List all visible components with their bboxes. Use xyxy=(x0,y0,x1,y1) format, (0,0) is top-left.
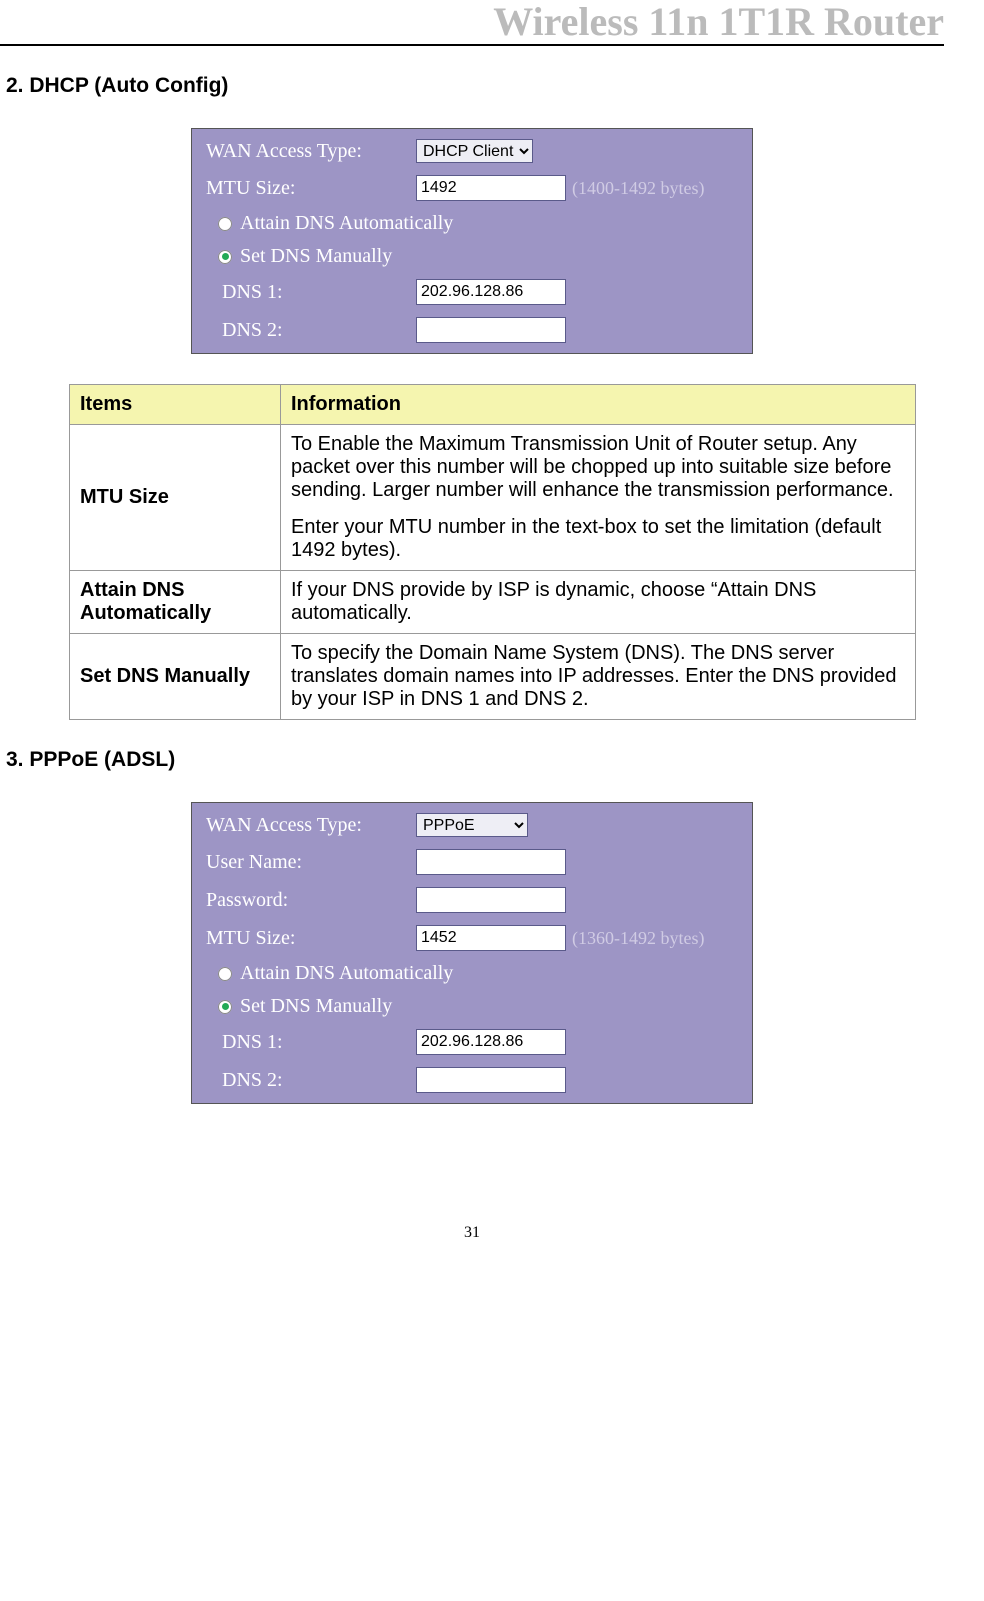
dns1-label: DNS 1: xyxy=(222,281,416,304)
dns1-label: DNS 1: xyxy=(222,1031,416,1054)
table-info: To Enable the Maximum Transmission Unit … xyxy=(281,425,916,571)
table-item: Set DNS Manually xyxy=(70,634,281,720)
username-label: User Name: xyxy=(206,851,416,874)
table-header-items: Items xyxy=(70,385,281,425)
page-header-title: Wireless 11n 1T1R Router xyxy=(0,0,944,46)
mtu-size-input[interactable] xyxy=(416,175,566,201)
radio-icon[interactable] xyxy=(218,1000,232,1014)
dns1-input[interactable] xyxy=(416,1029,566,1055)
dns2-label: DNS 2: xyxy=(222,1069,416,1092)
table-info: To specify the Domain Name System (DNS).… xyxy=(281,634,916,720)
table-row: Attain DNS Automatically If your DNS pro… xyxy=(70,571,916,634)
mtu-size-label: MTU Size: xyxy=(206,927,416,950)
dns2-input[interactable] xyxy=(416,1067,566,1093)
dns1-input[interactable] xyxy=(416,279,566,305)
table-header-information: Information xyxy=(281,385,916,425)
password-label: Password: xyxy=(206,889,416,912)
mtu-size-label: MTU Size: xyxy=(206,177,416,200)
wan-access-type-select[interactable]: PPPoE xyxy=(416,813,528,837)
table-info: If your DNS provide by ISP is dynamic, c… xyxy=(281,571,916,634)
attain-dns-auto-radio-label[interactable]: Attain DNS Automatically xyxy=(240,212,453,235)
wan-access-type-label: WAN Access Type: xyxy=(206,140,416,163)
set-dns-manual-radio-label[interactable]: Set DNS Manually xyxy=(240,245,392,268)
table-item: MTU Size xyxy=(70,425,281,571)
wan-access-type-select[interactable]: DHCP Client xyxy=(416,139,533,163)
section-heading-pppoe: 3. PPPoE (ADSL) xyxy=(6,748,944,772)
section-heading-dhcp: 2. DHCP (Auto Config) xyxy=(6,74,944,98)
attain-dns-auto-radio-label[interactable]: Attain DNS Automatically xyxy=(240,962,453,985)
dhcp-info-table: Items Information MTU Size To Enable the… xyxy=(69,384,916,720)
radio-icon[interactable] xyxy=(218,217,232,231)
username-input[interactable] xyxy=(416,849,566,875)
page-number: 31 xyxy=(0,1224,944,1242)
table-row: MTU Size To Enable the Maximum Transmiss… xyxy=(70,425,916,571)
wan-access-type-label: WAN Access Type: xyxy=(206,814,416,837)
table-item: Attain DNS Automatically xyxy=(70,571,281,634)
pppoe-config-panel: WAN Access Type: PPPoE User Name: Passwo… xyxy=(191,802,753,1104)
mtu-hint: (1400-1492 bytes) xyxy=(572,178,704,199)
set-dns-manual-radio-label[interactable]: Set DNS Manually xyxy=(240,995,392,1018)
dns2-input[interactable] xyxy=(416,317,566,343)
dns2-label: DNS 2: xyxy=(222,319,416,342)
mtu-size-input[interactable] xyxy=(416,925,566,951)
radio-icon[interactable] xyxy=(218,967,232,981)
dhcp-config-panel: WAN Access Type: DHCP Client MTU Size: (… xyxy=(191,128,753,354)
password-input[interactable] xyxy=(416,887,566,913)
radio-icon[interactable] xyxy=(218,250,232,264)
table-row: Set DNS Manually To specify the Domain N… xyxy=(70,634,916,720)
mtu-hint: (1360-1492 bytes) xyxy=(572,928,704,949)
